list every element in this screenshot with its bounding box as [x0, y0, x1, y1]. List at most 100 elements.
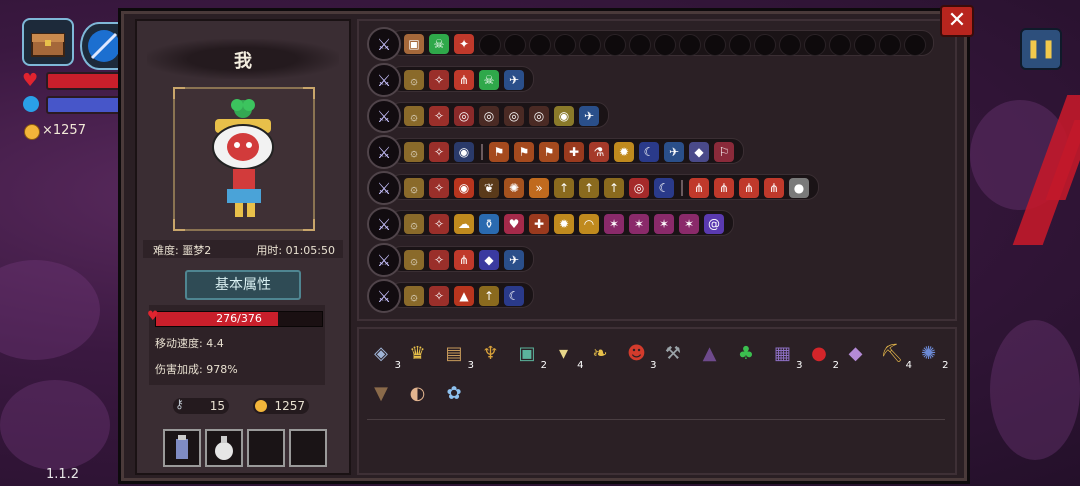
claw-icon[interactable]: ⋔ [454, 250, 474, 270]
robe-icon[interactable]: ▲ [696, 339, 724, 367]
arrow-up-icon[interactable]: ↑ [579, 178, 599, 198]
bird-icon[interactable]: ✈ [579, 106, 599, 126]
cloak-icon[interactable]: ▼ [367, 379, 395, 407]
chest-icon[interactable]: ⚔ [367, 27, 401, 61]
rune-b-icon[interactable]: ✧ [429, 214, 449, 234]
rune-a-icon[interactable]: ۞ [404, 106, 424, 126]
book-icon[interactable]: ▣ 2 [513, 339, 547, 372]
sun-icon[interactable]: ✹ [554, 214, 574, 234]
close-button[interactable]: ✕ [940, 5, 974, 37]
arrow-up-icon[interactable]: ↑ [604, 178, 624, 198]
spear-icon[interactable]: ⚔ [367, 63, 401, 97]
rune-box-icon[interactable]: ▦ 3 [769, 339, 803, 372]
potion-slot-4[interactable] [289, 429, 327, 467]
rune-a-icon[interactable]: ۞ [404, 250, 424, 270]
flask-icon[interactable]: ⚗ [589, 142, 609, 162]
rune-b-icon[interactable]: ✧ [429, 70, 449, 90]
boot-icon[interactable]: ⚑ [514, 142, 534, 162]
arrow-up-icon[interactable]: ↑ [479, 286, 499, 306]
squid-icon[interactable]: ✺ 2 [915, 339, 949, 372]
moon-icon[interactable]: ☾ [654, 178, 674, 198]
sun-icon[interactable]: ✹ [614, 142, 634, 162]
blue-flower-icon[interactable]: ✿ [440, 379, 468, 407]
wing-icon[interactable]: ❦ [479, 178, 499, 198]
boot-icon[interactable]: ⚑ [539, 142, 559, 162]
banner-icon[interactable]: ⚐ [714, 142, 734, 162]
bird-icon[interactable]: ✈ [504, 70, 524, 90]
rune-b-icon[interactable]: ✧ [429, 178, 449, 198]
shield-gem-icon[interactable]: ◆ [479, 250, 499, 270]
swirl-icon[interactable]: ✺ [504, 178, 524, 198]
goblet-icon[interactable]: ♆ [477, 339, 505, 367]
ear-icon[interactable]: ◐ [404, 379, 432, 407]
fire-icon[interactable]: ▲ [454, 286, 474, 306]
skull-green-icon[interactable]: ☠ [479, 70, 499, 90]
rune-a-icon[interactable]: ۞ [404, 214, 424, 234]
feather-icon[interactable]: ❧ [586, 339, 614, 367]
demon-mask-icon[interactable]: ☻ 3 [623, 339, 656, 372]
claw-icon[interactable]: ⋔ [739, 178, 759, 198]
pink-star-icon[interactable]: ✶ [679, 214, 699, 234]
claw-icon[interactable]: ⋔ [714, 178, 734, 198]
claw-icon[interactable]: ⋔ [454, 70, 474, 90]
bottle-icon[interactable]: ⚱ [479, 214, 499, 234]
eye-orb-icon[interactable]: ◉ [454, 142, 474, 162]
chest-slot[interactable] [22, 18, 74, 66]
spiral-icon[interactable]: @ [704, 214, 724, 234]
fire-eye-icon[interactable]: ◉ [454, 178, 474, 198]
clover-icon[interactable]: ♣ [732, 339, 760, 367]
cross-icon[interactable]: ✚ [564, 142, 584, 162]
swipe-icon[interactable]: ◠ [579, 214, 599, 234]
gem-icon[interactable]: ◆ [689, 142, 709, 162]
potion-slot-3[interactable] [247, 429, 285, 467]
potion-slot-2[interactable] [205, 429, 243, 467]
weapon-slot[interactable] [80, 22, 120, 70]
arrow-up-icon[interactable]: ↑ [554, 178, 574, 198]
pink-star-icon[interactable]: ✶ [604, 214, 624, 234]
diamond-icon[interactable]: ◆ [842, 339, 870, 367]
rune-b-icon[interactable]: ✧ [429, 142, 449, 162]
rune-a-icon[interactable]: ۞ [404, 142, 424, 162]
ring-dim-icon[interactable]: ◎ [479, 106, 499, 126]
cross-icon[interactable]: ✚ [529, 214, 549, 234]
moon-icon[interactable]: ☾ [504, 286, 524, 306]
trident-icon[interactable]: ⚔ [367, 99, 401, 133]
claw-icon[interactable]: ⋔ [689, 178, 709, 198]
ring-icon[interactable]: ◎ [454, 106, 474, 126]
heart-icon[interactable]: ♥ [504, 214, 524, 234]
rune-a-icon[interactable]: ۞ [404, 70, 424, 90]
rune-a-icon[interactable]: ۞ [404, 178, 424, 198]
bird-icon[interactable]: ✈ [504, 250, 524, 270]
scroll-icon[interactable]: ▤ 3 [440, 339, 474, 372]
boot-icon[interactable]: ⚑ [489, 142, 509, 162]
moon-icon[interactable]: ☾ [639, 142, 659, 162]
scepter-icon[interactable]: ⚔ [367, 207, 401, 241]
staff-icon[interactable]: ⚔ [367, 171, 401, 205]
bird-icon[interactable]: ✈ [664, 142, 684, 162]
stone-icon[interactable]: ● [789, 178, 809, 198]
rune-b-icon[interactable]: ✧ [429, 250, 449, 270]
potion-slot-1[interactable] [163, 429, 201, 467]
orb2-icon[interactable]: ⚔ [367, 279, 401, 313]
pink-star-icon[interactable]: ✶ [629, 214, 649, 234]
ring-dim-icon[interactable]: ◎ [504, 106, 524, 126]
crown-icon[interactable]: ♛ [404, 339, 432, 367]
tome-icon[interactable]: ⚔ [367, 135, 401, 169]
arrows-icon[interactable]: » [529, 178, 549, 198]
rune-a-icon[interactable]: ۞ [404, 286, 424, 306]
teeth-icon[interactable]: ▾ 4 [550, 339, 584, 372]
skull-green-icon[interactable]: ☠ [429, 34, 449, 54]
chest-icon[interactable]: ▣ [404, 34, 424, 54]
cloud-icon[interactable]: ☁ [454, 214, 474, 234]
ring-dim-icon[interactable]: ◎ [529, 106, 549, 126]
rune-b-icon[interactable]: ✧ [429, 106, 449, 126]
red-gem-icon[interactable]: ● 2 [805, 339, 839, 372]
ghost-shield-icon[interactable]: ◈ 3 [367, 339, 401, 372]
target-icon[interactable]: ◎ [629, 178, 649, 198]
pause-button[interactable]: ❚❚ [1020, 28, 1062, 70]
claw-icon[interactable]: ⋔ [764, 178, 784, 198]
eye-icon[interactable]: ◉ [554, 106, 574, 126]
basic-attributes-tab[interactable]: 基本属性 [185, 270, 301, 300]
pickaxe-icon[interactable]: ⛏ 4 [878, 339, 912, 372]
orb-icon[interactable]: ⚔ [367, 243, 401, 277]
